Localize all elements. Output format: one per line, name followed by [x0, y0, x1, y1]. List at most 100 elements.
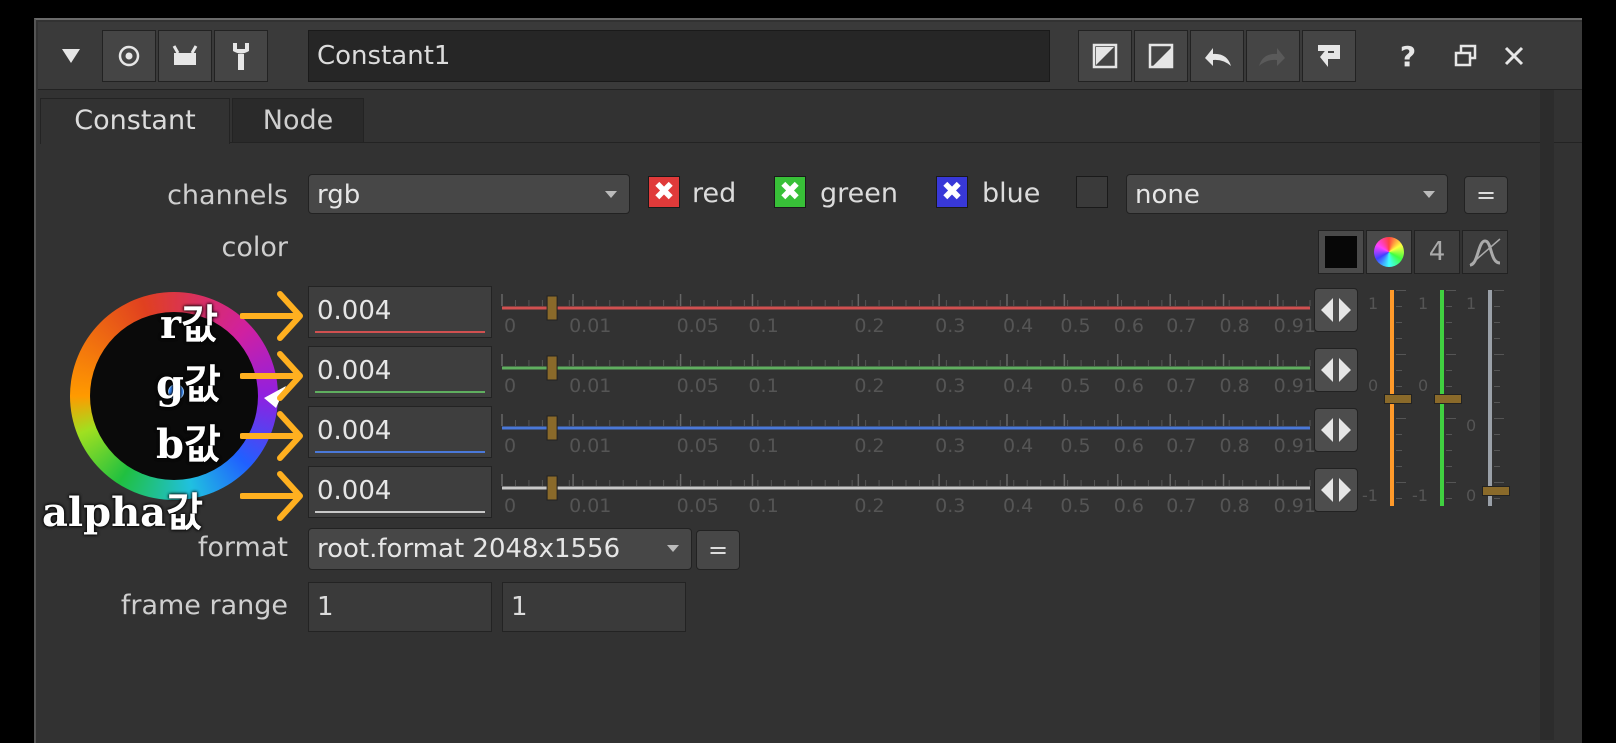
slider-tick-label: 0.2 — [854, 435, 884, 457]
color-swatch-button[interactable] — [1318, 230, 1364, 274]
side-slider-handle[interactable] — [1482, 486, 1510, 496]
side-slider-3[interactable] — [1482, 290, 1522, 506]
slider-tick-label: 0.3 — [935, 375, 965, 397]
slider-handle[interactable] — [546, 355, 558, 381]
help-icon[interactable]: ? — [1388, 30, 1428, 82]
red-checkbox[interactable]: ✖ — [648, 176, 680, 208]
collapse-triangle-icon[interactable] — [44, 30, 98, 82]
side-slider-tick — [1494, 466, 1500, 467]
slider-tick-label: 0.2 — [854, 315, 884, 337]
side-slider-label: 0 — [1368, 376, 1379, 395]
channels-link-button[interactable]: = — [1464, 176, 1508, 214]
channels-dropdown[interactable]: rgb — [308, 174, 630, 214]
green-checkbox[interactable]: ✖ — [774, 176, 806, 208]
left-right-arrow-icon — [1321, 298, 1351, 322]
extra-channel-checkbox[interactable] — [1076, 176, 1108, 208]
side-slider-tick — [1396, 466, 1402, 467]
input-a-icon[interactable] — [1078, 30, 1132, 82]
color-value-r[interactable]: 0.004 — [308, 286, 492, 338]
side-slider-tick — [1494, 290, 1504, 291]
side-slider-2[interactable] — [1434, 290, 1474, 506]
node-name-field[interactable]: Constant1 — [308, 30, 1050, 82]
side-slider-label: 0 — [1466, 416, 1477, 435]
slider-tick-label: 0.7 — [1166, 495, 1196, 517]
frame-start-field[interactable]: 1 — [308, 582, 492, 632]
side-slider-label: -1 — [1362, 486, 1378, 505]
tab-divider — [40, 142, 1582, 143]
slider-tick-label: 0.8 — [1220, 435, 1250, 457]
slider-tick-label: 0 — [504, 495, 516, 517]
input-b-icon[interactable] — [1134, 30, 1188, 82]
wrench-icon[interactable] — [214, 30, 268, 82]
green-label: green — [820, 178, 898, 209]
color-value-g[interactable]: 0.004 — [308, 346, 492, 398]
color-value-a[interactable]: 0.004 — [308, 466, 492, 518]
close-icon[interactable] — [1494, 30, 1534, 82]
slider-handle[interactable] — [546, 295, 558, 321]
annotation-b: b값 — [156, 421, 221, 468]
chevron-down-icon — [667, 545, 679, 552]
side-slider-tick — [1446, 370, 1452, 371]
float-window-icon[interactable] — [1446, 30, 1486, 82]
side-slider-1[interactable] — [1384, 290, 1424, 506]
format-dropdown[interactable]: root.format 2048x1556 — [308, 528, 692, 570]
slider-tick-label: 0.1 — [748, 435, 778, 457]
slider-tick-label: 0.5 — [1060, 495, 1090, 517]
side-slider-tick — [1446, 434, 1452, 435]
extra-channel-dropdown[interactable]: none — [1126, 174, 1448, 214]
color-value-text: 0.004 — [317, 416, 392, 446]
color-arrow-button-b[interactable] — [1314, 408, 1358, 452]
revert-icon[interactable] — [1302, 30, 1356, 82]
slider-tick-label: 0.7 — [1166, 315, 1196, 337]
side-slider-tick — [1446, 386, 1452, 387]
side-slider-label: -1 — [1412, 486, 1428, 505]
side-slider-tick — [1396, 482, 1406, 483]
side-slider-label: 1 — [1368, 294, 1379, 313]
cut-icon[interactable] — [158, 30, 212, 82]
side-slider-tick — [1396, 306, 1402, 307]
panel-titlebar: Constant1 ? — [38, 22, 1582, 90]
channel-underline — [315, 331, 485, 333]
tab-node[interactable]: Node — [232, 98, 364, 142]
color-arrow-button-a[interactable] — [1314, 468, 1358, 512]
color-value-text: 0.004 — [317, 356, 392, 386]
color-slider-b[interactable]: 0 0.01 0.05 0.1 0.2 0.3 0.4 0.5 0.6 0.7 0.8 0.91 — [500, 406, 1318, 458]
side-slider-tick — [1396, 418, 1406, 419]
viewer-circle-icon[interactable] — [102, 30, 156, 82]
color-slider-r[interactable]: 0 0.01 0.05 0.1 0.2 0.3 0.4 0.5 0.6 0.7 0.8 0.91 — [500, 286, 1318, 338]
frame-end-field[interactable]: 1 — [502, 582, 686, 632]
annotation-r: r값 — [160, 301, 218, 348]
slider-tick-label: 0.6 — [1114, 435, 1144, 457]
channel-underline — [315, 511, 485, 513]
color-arrow-button-r[interactable] — [1314, 288, 1358, 332]
channel-count-button[interactable]: 4 — [1414, 230, 1460, 274]
scrollbar[interactable] — [1540, 90, 1554, 740]
slider-tick-label: 0.91 — [1274, 315, 1316, 337]
color-slider-a[interactable]: 0 0.01 0.05 0.1 0.2 0.3 0.4 0.5 0.6 0.7 0.8 0.91 — [500, 466, 1318, 518]
format-link-button[interactable]: = — [696, 530, 740, 570]
slider-tick-label: 0.4 — [1003, 435, 1033, 457]
frame-range-label: frame range — [120, 590, 288, 621]
side-slider-handle[interactable] — [1384, 394, 1412, 404]
color-value-b[interactable]: 0.004 — [308, 406, 492, 458]
slider-tick-label: 0.01 — [569, 495, 611, 517]
slider-tick-label: 0 — [504, 435, 516, 457]
side-slider-tick — [1396, 498, 1402, 499]
color-wheel-button[interactable] — [1366, 230, 1412, 274]
undo-icon[interactable] — [1190, 30, 1244, 82]
side-slider-handle[interactable] — [1434, 394, 1462, 404]
slider-tick-label: 0.01 — [569, 435, 611, 457]
slider-handle[interactable] — [546, 415, 558, 441]
animation-curve-button[interactable] — [1462, 230, 1508, 274]
tab-constant[interactable]: Constant — [40, 98, 230, 144]
slider-handle[interactable] — [546, 475, 558, 501]
slider-tick-label: 0.05 — [677, 315, 719, 337]
slider-tick-label: 0.7 — [1166, 435, 1196, 457]
blue-checkbox[interactable]: ✖ — [936, 176, 968, 208]
color-slider-g[interactable]: 0 0.01 0.05 0.1 0.2 0.3 0.4 0.5 0.6 0.7 0.8 0.91 — [500, 346, 1318, 398]
slider-tick-label: 0.8 — [1220, 375, 1250, 397]
side-slider-tick — [1446, 338, 1452, 339]
side-slider-tick — [1494, 322, 1500, 323]
color-arrow-button-g[interactable] — [1314, 348, 1358, 392]
color-value-text: 0.004 — [317, 296, 392, 326]
